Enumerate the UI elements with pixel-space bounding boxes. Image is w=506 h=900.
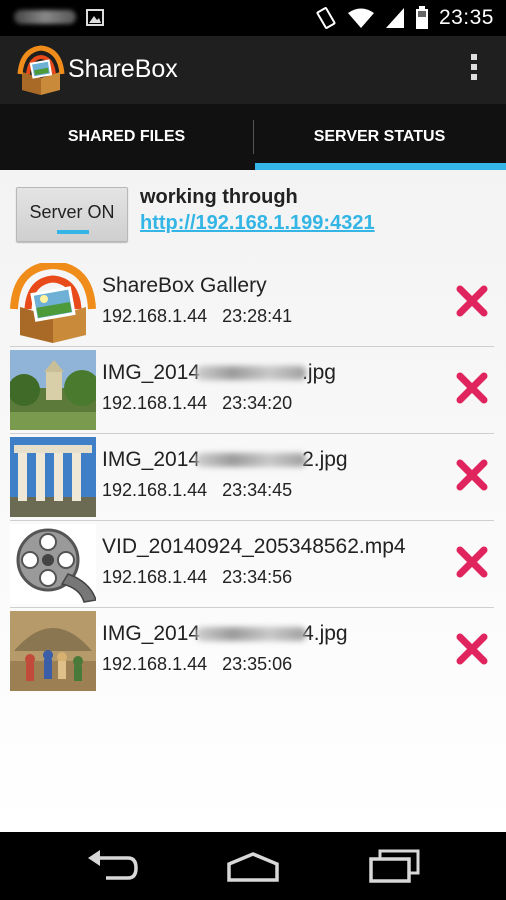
- delete-icon[interactable]: [456, 546, 488, 578]
- picture-icon: [86, 9, 104, 26]
- tab-divider: [253, 120, 254, 154]
- file-name: VID_20140924_205348562.mp4: [102, 535, 406, 558]
- list-item[interactable]: IMG_2014 4.jpg 192.168.1.44 23:35:06: [10, 608, 494, 694]
- garden-photo-thumbnail: [10, 350, 96, 430]
- working-through-label: working through: [140, 186, 298, 208]
- overflow-menu-icon[interactable]: [468, 54, 480, 88]
- file-meta: 192.168.1.44 23:34:20: [102, 393, 292, 414]
- clock: 23:35: [438, 6, 494, 29]
- file-name: IMG_2014 .jpg: [102, 361, 336, 384]
- file-meta: 192.168.1.44 23:35:06: [102, 654, 292, 675]
- file-name: IMG_2014 4.jpg: [102, 622, 348, 645]
- access-time: 23:35:06: [222, 654, 293, 674]
- file-meta: 192.168.1.44 23:28:41: [102, 306, 292, 327]
- tab-shared-files[interactable]: SHARED FILES: [0, 104, 253, 170]
- sharebox-gallery-thumbnail: [10, 263, 96, 343]
- home-icon[interactable]: [225, 848, 281, 884]
- signal-icon: [385, 8, 404, 28]
- wifi-icon: [347, 8, 374, 28]
- file-meta: 192.168.1.44 23:34:45: [102, 480, 292, 501]
- connection-list: ShareBox Gallery 192.168.1.44 23:28:41 I…: [10, 260, 494, 694]
- navigation-bar: [0, 832, 506, 900]
- server-on-indicator: [57, 230, 89, 234]
- screen: 23:35 ShareBox SHARED FILES SERVER STATU…: [0, 0, 506, 900]
- access-time: 23:34:45: [222, 480, 293, 500]
- painting-photo-thumbnail: [10, 611, 96, 691]
- list-item[interactable]: IMG_2014 2.jpg 192.168.1.44 23:34:45: [10, 434, 494, 521]
- status-bar: 23:35: [0, 0, 506, 36]
- columns-photo-thumbnail: [10, 437, 96, 517]
- redacted-text: [196, 453, 307, 468]
- client-ip: 192.168.1.44: [102, 480, 208, 500]
- server-toggle-button[interactable]: Server ON: [16, 187, 128, 242]
- file-name: ShareBox Gallery: [102, 274, 267, 297]
- app-title: ShareBox: [68, 55, 178, 83]
- client-ip: 192.168.1.44: [102, 393, 208, 413]
- status-icons: 23:35: [315, 0, 494, 36]
- blurred-notification-icon: [14, 10, 76, 24]
- access-time: 23:28:41: [222, 306, 293, 326]
- list-item[interactable]: IMG_2014 .jpg 192.168.1.44 23:34:20: [10, 347, 494, 434]
- server-status-panel: Server ON working through http://192.168…: [0, 170, 506, 832]
- vibrate-icon: [316, 7, 336, 29]
- access-time: 23:34:56: [222, 567, 293, 587]
- client-ip: 192.168.1.44: [102, 654, 208, 674]
- sharebox-app-icon[interactable]: [16, 44, 66, 96]
- action-bar: ShareBox: [0, 36, 506, 104]
- client-ip: 192.168.1.44: [102, 567, 208, 587]
- server-url-link[interactable]: http://192.168.1.199:4321: [140, 212, 375, 235]
- file-meta: 192.168.1.44 23:34:56: [102, 567, 292, 588]
- list-item[interactable]: ShareBox Gallery 192.168.1.44 23:28:41: [10, 260, 494, 347]
- delete-icon[interactable]: [456, 285, 488, 317]
- redacted-text: [196, 627, 307, 642]
- client-ip: 192.168.1.44: [102, 306, 208, 326]
- server-toggle-label: Server ON: [29, 202, 115, 222]
- back-icon[interactable]: [84, 848, 140, 884]
- delete-icon[interactable]: [456, 372, 488, 404]
- battery-icon: [415, 6, 428, 29]
- film-reel-thumbnail: [10, 524, 96, 604]
- file-name: IMG_2014 2.jpg: [102, 448, 348, 471]
- list-item[interactable]: VID_20140924_205348562.mp4 192.168.1.44 …: [10, 521, 494, 608]
- selected-tab-indicator: [255, 163, 506, 170]
- delete-icon[interactable]: [456, 459, 488, 491]
- access-time: 23:34:20: [222, 393, 293, 413]
- redacted-text: [196, 366, 307, 381]
- delete-icon[interactable]: [456, 633, 488, 665]
- recent-apps-icon[interactable]: [366, 848, 422, 884]
- tab-bar: SHARED FILES SERVER STATUS: [0, 104, 506, 170]
- tab-server-status[interactable]: SERVER STATUS: [253, 104, 506, 170]
